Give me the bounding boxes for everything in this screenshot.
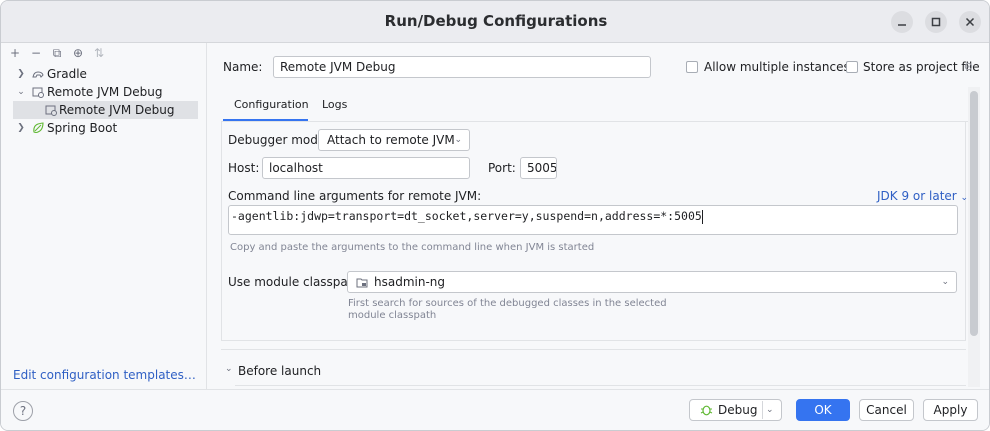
module-folder-icon	[356, 278, 368, 288]
remote-jvm-debug-icon	[32, 87, 44, 98]
debug-button[interactable]: Debug ⌄	[689, 399, 782, 421]
tree-item-spring-boot[interactable]: ❯ Spring Boot	[1, 119, 206, 137]
allow-multiple-instances-label: Allow multiple instances	[704, 60, 850, 74]
before-launch-label[interactable]: Before launch	[238, 364, 321, 378]
chevron-down-icon[interactable]: ⌄	[225, 364, 233, 374]
jdk-version-link[interactable]: JDK 9 or later ⌄	[877, 189, 968, 203]
module-classpath-select[interactable]: hsadmin-ng ⌄	[347, 271, 957, 293]
tree-item-label: Spring Boot	[47, 121, 118, 135]
close-icon	[965, 17, 975, 27]
chevron-right-icon[interactable]: ❯	[16, 119, 26, 137]
chevron-down-icon[interactable]: ⌄	[766, 400, 774, 420]
command-line-arguments-value: -agentlib:jdwp=transport=dt_socket,serve…	[231, 209, 702, 223]
debugger-mode-value: Attach to remote JVM	[327, 133, 455, 147]
maximize-button[interactable]	[925, 11, 947, 33]
new-folder-icon[interactable]: ⊕	[70, 46, 86, 60]
gear-icon[interactable]	[963, 61, 974, 72]
bug-icon	[700, 405, 713, 416]
tree-item-remote-jvm-debug-group[interactable]: ⌄ Remote JVM Debug	[1, 83, 206, 101]
tree-item-label: Remote JVM Debug	[47, 85, 163, 99]
name-field[interactable]: Remote JVM Debug	[273, 56, 651, 78]
module-classpath-value: hsadmin-ng	[374, 275, 446, 289]
add-icon[interactable]: +	[7, 46, 23, 60]
sort-icon[interactable]: ⇅	[91, 46, 107, 60]
configurations-sidebar: + − ⧉ ⊕ ⇅ ❯ Gradle ⌄ Remote JVM Debug Re…	[1, 43, 207, 389]
name-label: Name:	[223, 60, 263, 74]
chevron-down-icon: ⌄	[941, 277, 949, 287]
tree-item-remote-jvm-debug[interactable]: Remote JVM Debug	[13, 101, 198, 119]
port-label: Port:	[488, 161, 516, 175]
dialog-button-bar: ? Debug ⌄ OK Cancel Apply	[1, 389, 989, 430]
scrollbar-thumb[interactable]	[970, 91, 978, 336]
use-module-classpath-label: Use module classpath:	[228, 275, 365, 289]
store-as-project-file-checkbox[interactable]	[846, 61, 858, 73]
split-divider	[762, 401, 763, 419]
sidebar-toolbar: + − ⧉ ⊕ ⇅	[7, 46, 117, 60]
minimize-icon	[898, 24, 906, 26]
apply-button[interactable]: Apply	[923, 399, 978, 421]
module-classpath-hint-line-2: module classpath	[348, 310, 437, 321]
help-button[interactable]: ?	[13, 401, 33, 421]
chevron-down-icon[interactable]: ⌄	[16, 83, 26, 101]
remote-jvm-debug-icon	[45, 105, 57, 116]
module-classpath-hint-line-1: First search for sources of the debugged…	[348, 298, 667, 309]
text-cursor	[701, 209, 703, 224]
command-line-arguments-label: Command line arguments for remote JVM:	[228, 189, 482, 203]
remove-icon[interactable]: −	[28, 46, 44, 60]
chevron-down-icon: ⌄	[454, 135, 462, 145]
minimize-button[interactable]	[891, 11, 913, 33]
chevron-down-icon: ⌄	[960, 193, 969, 203]
jdk-version-label: JDK 9 or later	[877, 189, 957, 203]
edit-configuration-templates-link[interactable]: Edit configuration templates…	[13, 368, 196, 382]
ok-button[interactable]: OK	[796, 399, 850, 421]
configuration-editor: Name: Remote JVM Debug Allow multiple in…	[208, 43, 989, 389]
tree-item-label: Gradle	[47, 67, 87, 81]
debugger-mode-select[interactable]: Attach to remote JVM ⌄	[318, 129, 470, 151]
window-title: Run/Debug Configurations	[384, 12, 608, 30]
command-line-arguments-field[interactable]: -agentlib:jdwp=transport=dt_socket,serve…	[228, 205, 958, 235]
debugger-mode-label: Debugger mode:	[228, 133, 330, 147]
title-bar: Run/Debug Configurations	[1, 1, 989, 43]
tab-configuration[interactable]: Configuration	[234, 98, 309, 111]
tab-logs[interactable]: Logs	[322, 98, 347, 111]
copy-icon[interactable]: ⧉	[49, 46, 65, 60]
close-button[interactable]	[959, 11, 981, 33]
debug-button-label: Debug	[718, 403, 758, 417]
port-field[interactable]: 5005	[520, 157, 557, 179]
host-label: Host:	[228, 161, 260, 175]
maximize-icon	[931, 17, 941, 27]
cancel-button[interactable]: Cancel	[859, 399, 914, 421]
host-field[interactable]: localhost	[262, 157, 470, 179]
gradle-icon	[32, 71, 44, 78]
allow-multiple-instances-checkbox[interactable]	[686, 61, 698, 73]
command-line-hint: Copy and paste the arguments to the comm…	[230, 242, 595, 253]
tree-item-gradle[interactable]: ❯ Gradle	[1, 65, 206, 83]
spring-boot-icon	[33, 122, 44, 134]
section-divider	[221, 349, 966, 350]
tree-item-label: Remote JVM Debug	[59, 103, 175, 117]
run-debug-configurations-dialog: Run/Debug Configurations + − ⧉ ⊕ ⇅ ❯ Gra…	[0, 0, 990, 431]
chevron-right-icon[interactable]: ❯	[16, 65, 26, 83]
